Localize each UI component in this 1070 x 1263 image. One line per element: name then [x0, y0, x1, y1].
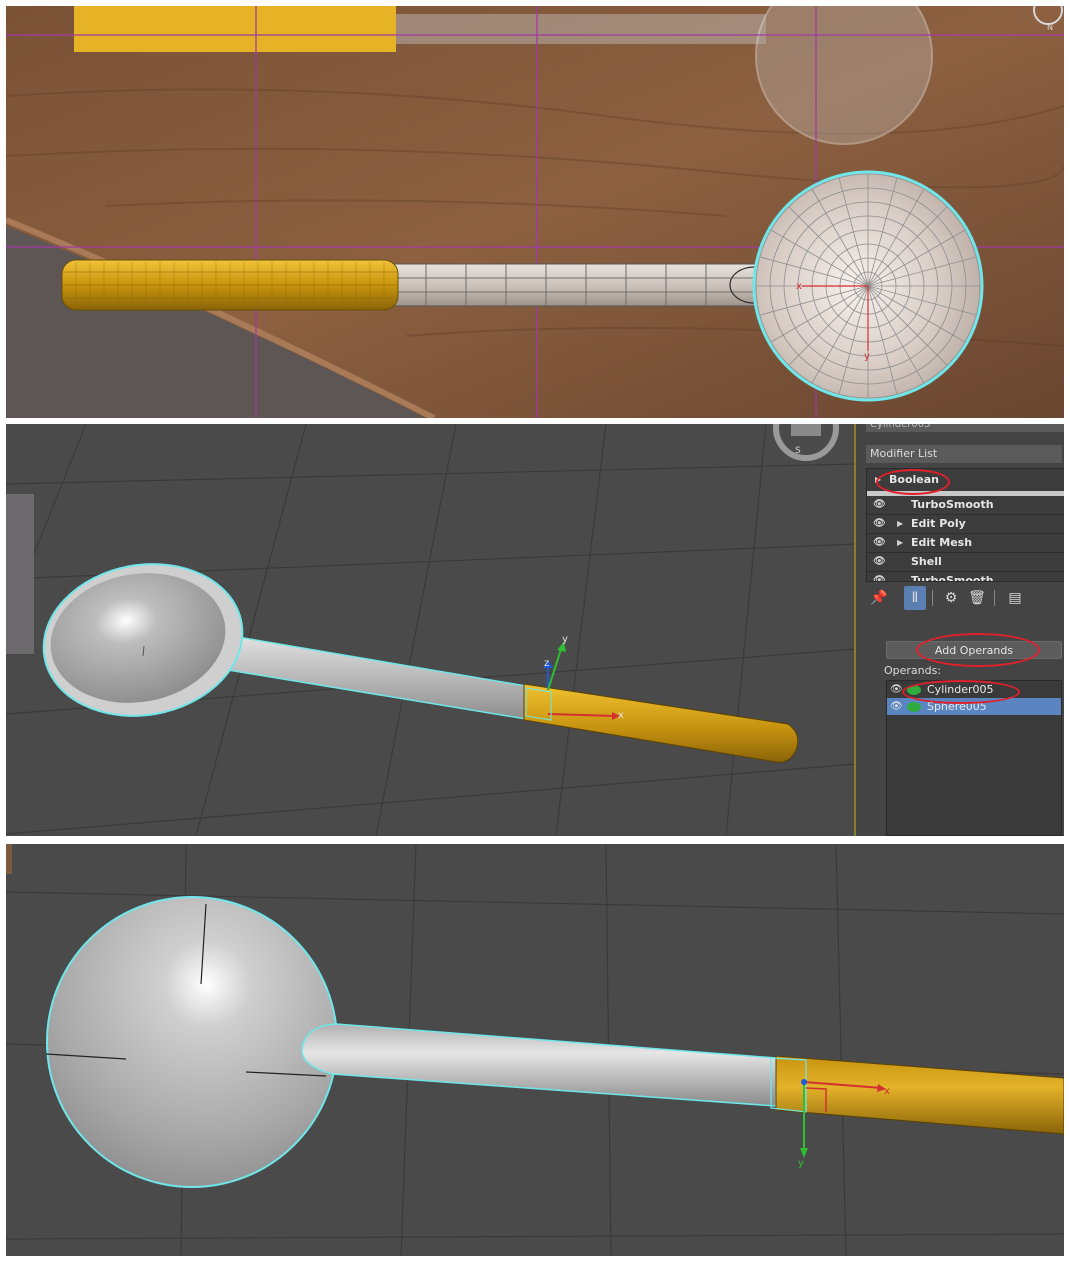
viewcube-label: S: [795, 446, 801, 456]
expand-arrow-icon[interactable]: ▶: [875, 469, 881, 491]
expand-arrow-icon[interactable]: ▶: [897, 515, 903, 533]
object-name-field[interactable]: Cylinder005: [866, 424, 1064, 432]
operand-item-sphere005[interactable]: 👁 Sphere005: [887, 698, 1061, 715]
operand-status-icon: [907, 685, 921, 695]
gizmo-x-label: x: [796, 281, 802, 292]
stack-item-boolean[interactable]: ▶ Boolean: [867, 469, 1064, 496]
operands-label: Operands:: [884, 664, 942, 677]
eye-icon[interactable]: 👁: [890, 698, 903, 715]
gizmo-y-label: y: [864, 351, 870, 362]
compass-label: N: [1047, 23, 1053, 32]
closeup-viewport-canvas: x y: [6, 844, 1064, 1256]
perspective-viewport-2[interactable]: x y: [6, 844, 1064, 1256]
eye-icon[interactable]: 👁: [873, 496, 889, 514]
ref-photo-edge: [6, 844, 12, 874]
operand-status-icon: [907, 702, 921, 712]
stack-item-edit-poly[interactable]: 👁 ▶ Edit Poly: [867, 515, 1064, 534]
ref-handle-steel: [396, 14, 766, 44]
operand-item-cylinder005[interactable]: 👁 Cylinder005: [887, 681, 1061, 698]
stack-item-turbosmooth-2[interactable]: 👁 TurboSmooth: [867, 572, 1064, 582]
configure-modifier-sets-icon[interactable]: ▤: [1004, 586, 1026, 610]
operand-label: Sphere005: [927, 700, 987, 713]
stack-item-label: Edit Poly: [911, 517, 966, 530]
stack-item-label: TurboSmooth: [911, 498, 994, 511]
ref-photo-edge: [6, 494, 34, 654]
expand-arrow-icon[interactable]: ▶: [897, 534, 903, 552]
show-end-result-icon[interactable]: Ⅱ: [904, 586, 926, 610]
eye-icon[interactable]: 👁: [873, 572, 889, 581]
stack-toolbar: 📌 Ⅱ ⚙ 🗑 ▤: [866, 586, 1064, 612]
stack-item-shell[interactable]: 👁 Shell: [867, 553, 1064, 572]
gizmo-y-label: y: [798, 1158, 804, 1169]
gizmo-x-label: x: [618, 710, 624, 721]
ref-handle-yellow: [74, 6, 396, 52]
stack-item-label: Boolean: [889, 473, 939, 486]
gizmo-y-label: y: [562, 634, 568, 645]
command-panel: Cylinder005 Modifier List ▶ Boolean 👁 Tu…: [854, 424, 1064, 836]
stack-item-label: Edit Mesh: [911, 536, 973, 549]
add-operands-button[interactable]: Add Operands: [886, 641, 1062, 659]
model-handle-steel: [385, 263, 767, 307]
gizmo-x-label: x: [884, 1086, 890, 1097]
stack-item-label: TurboSmooth: [911, 574, 994, 582]
modifier-stack: ▶ Boolean 👁 TurboSmooth 👁 ▶ Edit Poly 👁 …: [866, 468, 1064, 582]
perspective-viewport-canvas: z y x S: [6, 424, 856, 836]
gizmo-z-label: z: [544, 658, 549, 669]
top-viewport[interactable]: x y N: [6, 6, 1064, 418]
sphere-bowl: [46, 896, 338, 1188]
stack-item-edit-mesh[interactable]: 👁 ▶ Edit Mesh: [867, 534, 1064, 553]
eye-icon[interactable]: 👁: [873, 534, 889, 552]
stack-item-turbosmooth[interactable]: 👁 TurboSmooth: [867, 496, 1064, 515]
eye-icon[interactable]: 👁: [873, 553, 889, 571]
perspective-viewport-1[interactable]: z y x S Cylinder005 Modifier List ▶ Bool…: [6, 424, 1064, 836]
operands-list: 👁 Cylinder005 👁 Sphere005: [886, 680, 1062, 836]
operand-label: Cylinder005: [927, 683, 994, 696]
eye-icon[interactable]: 👁: [890, 681, 903, 698]
modifier-list-dropdown[interactable]: Modifier List: [866, 445, 1062, 463]
pin-stack-icon[interactable]: 📌: [868, 586, 890, 610]
stack-item-label: Shell: [911, 555, 942, 568]
eye-icon[interactable]: 👁: [873, 515, 889, 533]
make-unique-icon[interactable]: ⚙: [940, 586, 962, 610]
top-viewport-canvas: x y N: [6, 6, 1064, 418]
remove-modifier-icon[interactable]: 🗑: [966, 586, 988, 610]
